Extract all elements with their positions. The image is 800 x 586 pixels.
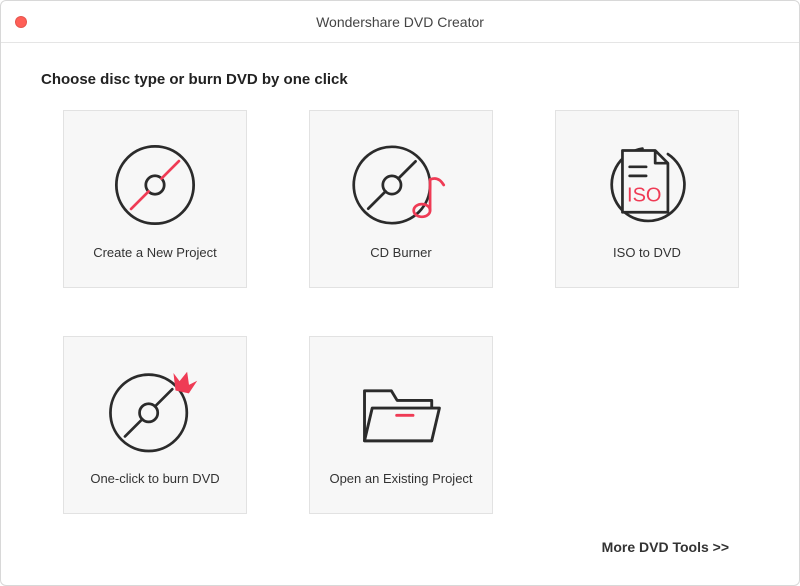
cd-music-icon: [351, 133, 451, 237]
content-area: Choose disc type or burn DVD by one clic…: [1, 43, 799, 585]
tile-label: One-click to burn DVD: [90, 471, 219, 486]
iso-text: ISO: [627, 184, 661, 206]
tile-label: ISO to DVD: [613, 245, 681, 260]
tile-label: Create a New Project: [93, 245, 217, 260]
footer: More DVD Tools >>: [41, 523, 759, 575]
tile-label: CD Burner: [370, 245, 431, 260]
page-heading: Choose disc type or burn DVD by one clic…: [41, 71, 759, 88]
tile-iso-to-dvd[interactable]: ISO ISO to DVD: [555, 110, 739, 288]
titlebar: Wondershare DVD Creator: [1, 1, 799, 43]
disc-icon: [105, 133, 205, 237]
disc-fire-icon: [105, 359, 205, 463]
option-grid: Create a New Project C: [41, 110, 759, 516]
iso-file-icon: ISO: [597, 133, 697, 237]
more-dvd-tools-link[interactable]: More DVD Tools >>: [602, 539, 729, 555]
tile-label: Open an Existing Project: [329, 471, 472, 486]
tile-open-existing[interactable]: Open an Existing Project: [309, 336, 493, 514]
app-window: Wondershare DVD Creator Choose disc type…: [0, 0, 800, 586]
tile-cd-burner[interactable]: CD Burner: [309, 110, 493, 288]
folder-open-icon: [351, 359, 451, 463]
tile-one-click-burn[interactable]: One-click to burn DVD: [63, 336, 247, 514]
window-title: Wondershare DVD Creator: [1, 14, 799, 30]
close-icon[interactable]: [15, 16, 27, 28]
tile-create-new-project[interactable]: Create a New Project: [63, 110, 247, 288]
